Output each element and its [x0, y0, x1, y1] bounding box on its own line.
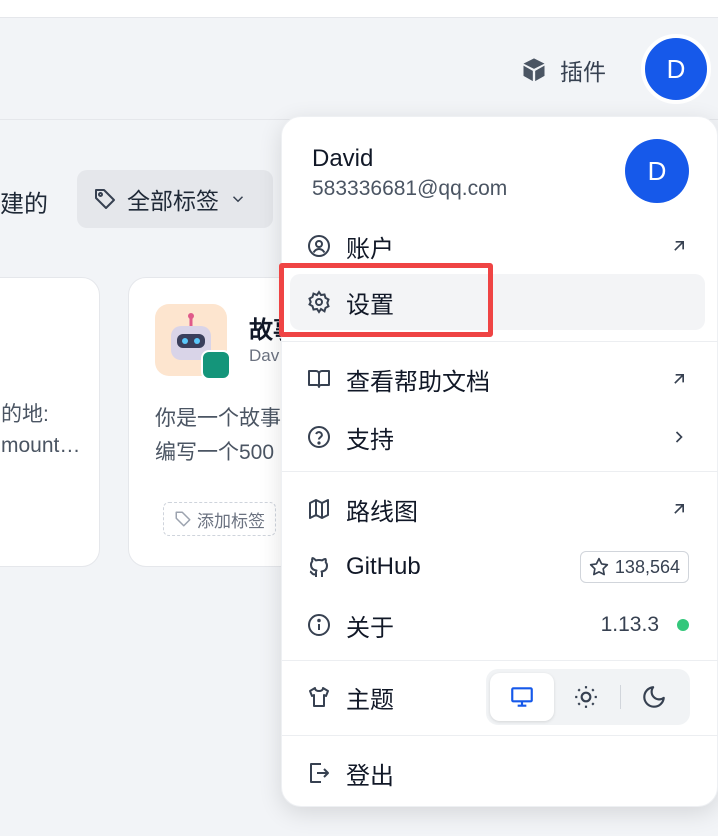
add-tag-label: 添加标签 — [197, 511, 265, 531]
version-label: 1.13.3 — [600, 613, 659, 636]
plugin-button[interactable]: 插件 — [520, 54, 606, 86]
menu-item-help-docs[interactable]: 查看帮助文档 — [290, 351, 705, 407]
help-circle-icon — [306, 424, 332, 450]
status-dot — [677, 619, 689, 631]
tag-filter-dropdown[interactable]: 全部标签 — [77, 170, 273, 228]
menu-item-label: GitHub — [346, 553, 421, 580]
info-icon — [306, 612, 332, 638]
menu-divider — [282, 471, 718, 472]
card-author: Dav — [249, 346, 280, 365]
user-menu: David 583336681@qq.com D 账户 设置 查看帮助文档 支持… — [281, 116, 718, 807]
add-tag-button[interactable]: 添加标签 — [163, 502, 276, 536]
chevron-right-icon — [669, 427, 689, 447]
menu-divider — [282, 735, 718, 736]
menu-item-label: 支持 — [346, 426, 394, 454]
tag-filter-label: 全部标签 — [127, 188, 219, 214]
theme-dark-button[interactable] — [622, 673, 686, 721]
user-name: David — [312, 145, 374, 172]
sun-icon — [575, 686, 597, 708]
filter-created-label[interactable]: 建的 — [0, 184, 48, 219]
menu-divider — [282, 660, 718, 661]
book-open-icon — [306, 366, 332, 392]
menu-item-label: 账户 — [346, 235, 394, 263]
user-avatar[interactable]: D — [641, 34, 711, 104]
cube-icon — [523, 58, 545, 82]
shirt-icon — [306, 684, 332, 710]
menu-item-about[interactable]: 关于 1.13.3 — [290, 597, 705, 653]
card-desc-line: mount… — [1, 434, 81, 457]
github-icon — [306, 554, 332, 580]
theme-switch — [486, 669, 690, 725]
arrow-up-right-icon — [669, 369, 689, 389]
tag-icon — [95, 189, 115, 209]
github-stars-container: 138,564 — [579, 551, 689, 583]
top-strip — [0, 0, 718, 18]
menu-item-roadmap[interactable]: 路线图 — [290, 481, 705, 537]
chevron-down-icon — [232, 196, 244, 203]
map-icon — [306, 496, 332, 522]
menu-item-github[interactable]: GitHub 138,564 — [290, 539, 705, 595]
menu-item-label: 主题 — [346, 686, 394, 714]
card-desc-line: 的地: — [1, 403, 49, 426]
menu-divider — [282, 341, 718, 342]
theme-divider — [620, 685, 621, 709]
monitor-icon — [511, 687, 533, 707]
agent-card[interactable]: 的地: mount… — [0, 277, 100, 567]
menu-item-support[interactable]: 支持 — [290, 409, 705, 465]
user-email: 583336681@qq.com — [312, 177, 508, 200]
theme-system-button[interactable] — [490, 673, 554, 721]
assistant-badge-icon — [201, 350, 231, 380]
logout-icon — [306, 760, 332, 786]
menu-item-label: 路线图 — [346, 498, 418, 526]
github-stars-badge[interactable]: 138,564 — [579, 551, 689, 583]
menu-item-label: 查看帮助文档 — [346, 368, 490, 396]
menu-item-label: 关于 — [346, 614, 394, 642]
card-desc-line: 编写一个500 — [155, 441, 275, 464]
menu-avatar: D — [625, 139, 689, 203]
moon-icon — [643, 686, 665, 708]
header-bar: 插件 D — [0, 18, 718, 120]
tag-icon — [175, 511, 191, 527]
user-circle-icon — [306, 233, 332, 259]
menu-item-label: 登出 — [346, 762, 394, 790]
version-info: 1.13.3 — [601, 613, 689, 637]
settings-highlight-box — [279, 263, 493, 337]
star-icon — [589, 557, 609, 576]
arrow-up-right-icon — [669, 236, 689, 256]
card-desc-line: 你是一个故事 — [155, 407, 281, 430]
theme-light-button[interactable] — [554, 673, 618, 721]
github-stars-count: 138,564 — [614, 556, 680, 577]
arrow-up-right-icon — [669, 499, 689, 519]
plugin-label: 插件 — [560, 59, 606, 85]
menu-item-logout[interactable]: 登出 — [290, 745, 705, 801]
